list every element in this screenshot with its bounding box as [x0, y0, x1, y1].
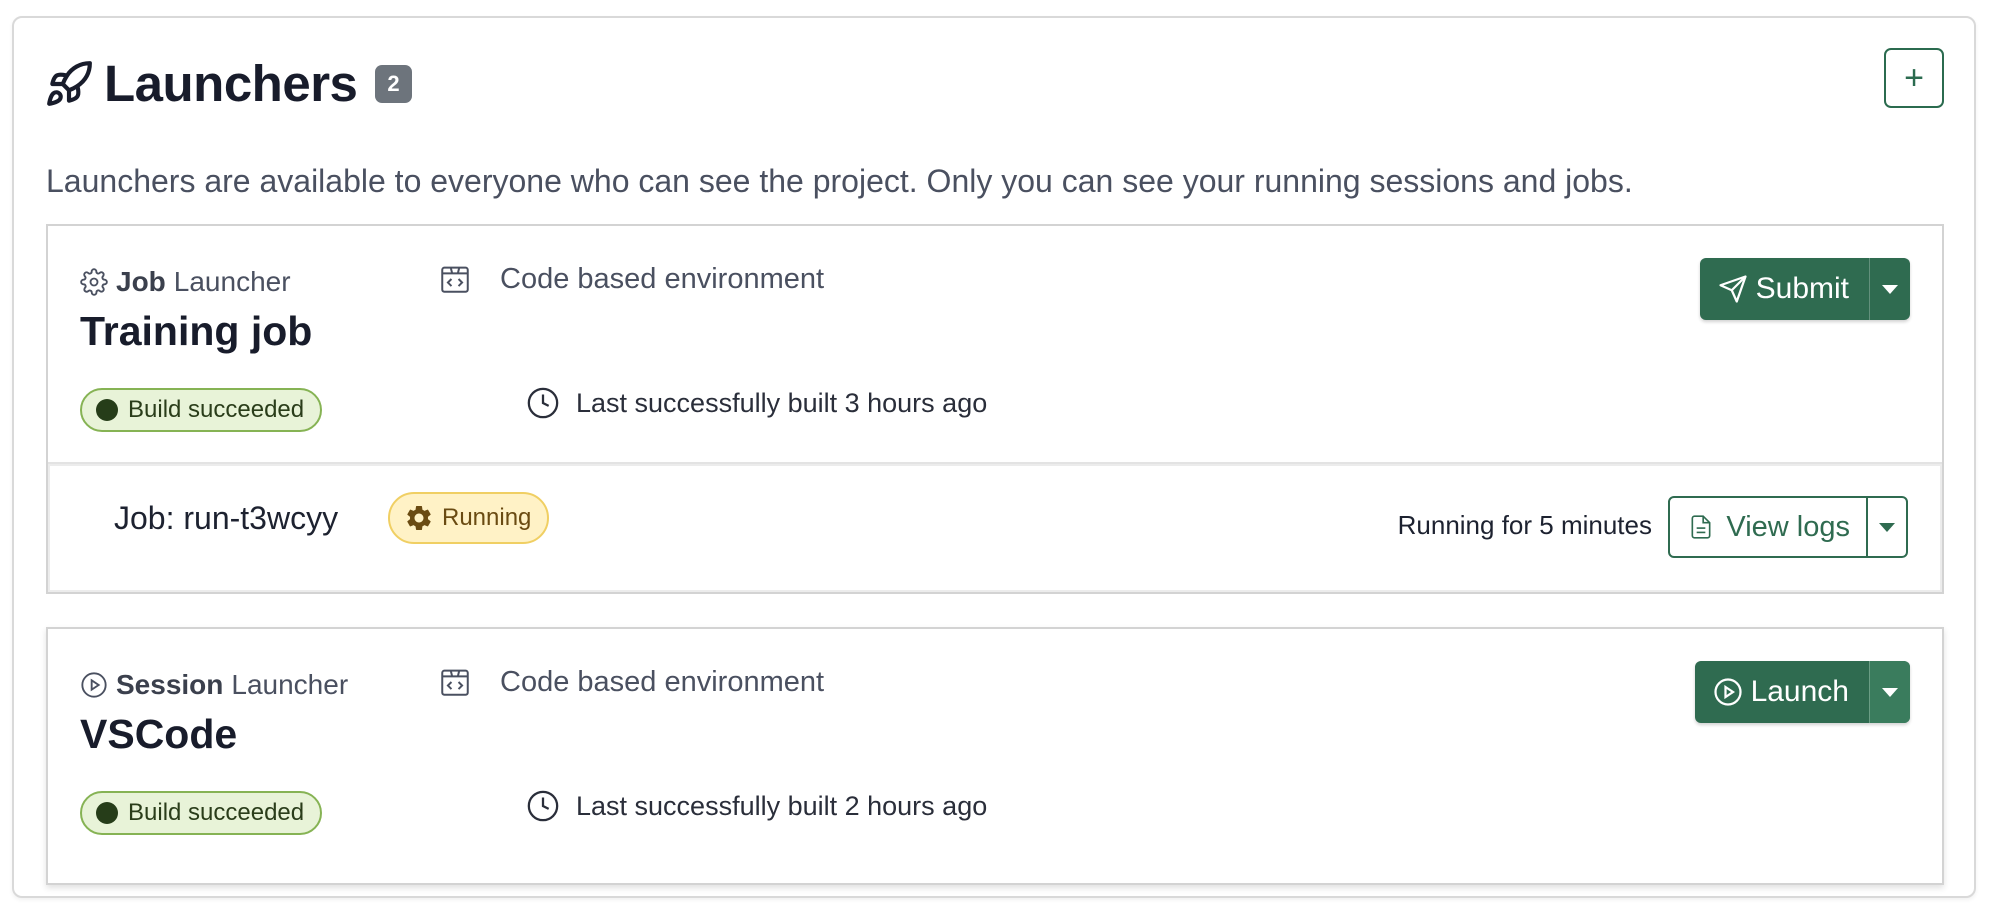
clock-icon: [527, 387, 559, 419]
launcher-type-label: Launcher: [173, 266, 291, 297]
launcher-title[interactable]: Training job: [80, 308, 312, 355]
gear-icon: [407, 506, 431, 530]
launcher-type-label: Launcher: [231, 669, 349, 700]
build-status-badge: Build succeeded: [80, 791, 323, 835]
launcher-type: Job Launcher: [80, 266, 291, 298]
chevron-down-icon: [1879, 522, 1895, 532]
submit-button-group: Submit: [1699, 258, 1910, 320]
launchers-header: Launchers 2: [44, 54, 412, 113]
chevron-down-icon: [1882, 284, 1898, 294]
last-built-info: Last successfully built 2 hours ago: [526, 789, 987, 823]
running-job-row: Job: run-t3wcyy Running Running for 5 mi…: [48, 462, 1942, 592]
environment-info: Code based environment: [438, 665, 824, 699]
last-built-text: Last successfully built 2 hours ago: [576, 790, 988, 821]
clock-icon: [527, 790, 559, 822]
play-circle-icon: [81, 672, 107, 698]
send-icon: [1719, 275, 1747, 303]
view-logs-options-toggle[interactable]: [1866, 498, 1906, 556]
last-built-text: Last successfully built 3 hours ago: [576, 387, 988, 418]
submit-button-label: Submit: [1755, 272, 1849, 305]
build-status-label: Build succeeded: [128, 799, 305, 826]
launcher-type: Session Launcher: [80, 669, 348, 701]
gear-icon: [80, 268, 108, 296]
launcher-title[interactable]: VSCode: [80, 711, 237, 758]
last-built-info: Last successfully built 3 hours ago: [526, 386, 987, 420]
launch-options-toggle[interactable]: [1869, 661, 1910, 723]
launchers-description: Launchers are available to everyone who …: [46, 163, 1633, 199]
environment-label: Code based environment: [500, 665, 825, 698]
plus-icon: +: [1904, 58, 1924, 97]
launch-button[interactable]: Launch: [1695, 661, 1869, 723]
view-logs-button-group: View logs: [1668, 496, 1908, 558]
submit-button[interactable]: Submit: [1700, 258, 1869, 320]
build-status-badge: Build succeeded: [80, 388, 323, 432]
view-logs-button[interactable]: View logs: [1670, 498, 1866, 556]
view-logs-label: View logs: [1726, 510, 1850, 543]
running-status-badge: Running: [388, 492, 550, 544]
job-launcher-card[interactable]: Job Launcher Code based environment Trai…: [46, 224, 1944, 594]
rocket-icon: [47, 60, 92, 106]
launcher-type-bold: Job: [116, 266, 166, 297]
status-dot-icon: [96, 399, 118, 421]
launch-button-label: Launch: [1750, 675, 1849, 708]
status-dot-icon: [96, 802, 118, 824]
file-text-icon: [1691, 515, 1711, 539]
play-circle-icon: [1713, 678, 1742, 706]
launcher-count-badge: 2: [375, 64, 412, 103]
running-duration: Running for 5 minutes: [1397, 510, 1652, 540]
launcher-type-bold: Session: [116, 669, 224, 700]
environment-label: Code based environment: [500, 262, 825, 295]
running-status-label: Running: [442, 504, 532, 531]
chevron-down-icon: [1882, 687, 1898, 697]
code-environment-icon: [441, 669, 469, 696]
build-status-label: Build succeeded: [128, 396, 305, 423]
code-environment-icon: [441, 266, 469, 293]
add-launcher-button[interactable]: +: [1884, 48, 1944, 108]
submit-options-toggle[interactable]: [1869, 258, 1910, 320]
job-run-name: Job: run-t3wcyy: [114, 500, 339, 536]
session-launcher-card[interactable]: Session Launcher Code based environment …: [46, 627, 1944, 885]
environment-info: Code based environment: [438, 262, 824, 296]
page-title: Launchers: [104, 55, 358, 112]
launchers-panel: Launchers 2 + Launchers are available to…: [12, 16, 1976, 898]
launch-button-group: Launch: [1694, 661, 1910, 723]
